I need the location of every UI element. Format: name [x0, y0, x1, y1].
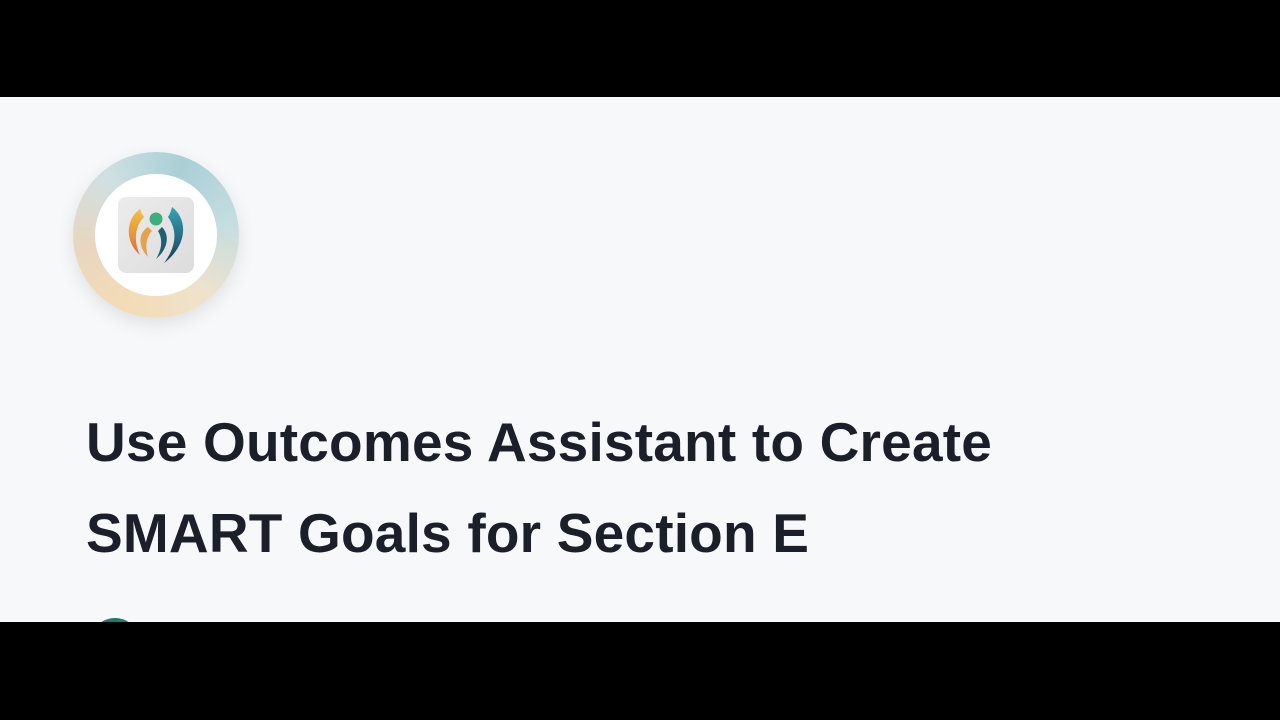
- app-logo: [73, 152, 239, 318]
- logo-inner-circle: [95, 174, 217, 296]
- article-header: Use Outcomes Assistant to Create SMART G…: [0, 97, 1280, 622]
- letterbox-bottom: [0, 622, 1280, 720]
- human-figure-leaf-icon: [118, 197, 194, 273]
- page-title-line-2: SMART Goals for Section E: [86, 502, 810, 564]
- page-title: Use Outcomes Assistant to Create SMART G…: [86, 397, 1186, 579]
- letterbox-top: [0, 0, 1280, 97]
- page-title-line-1: Use Outcomes Assistant to Create: [86, 411, 993, 473]
